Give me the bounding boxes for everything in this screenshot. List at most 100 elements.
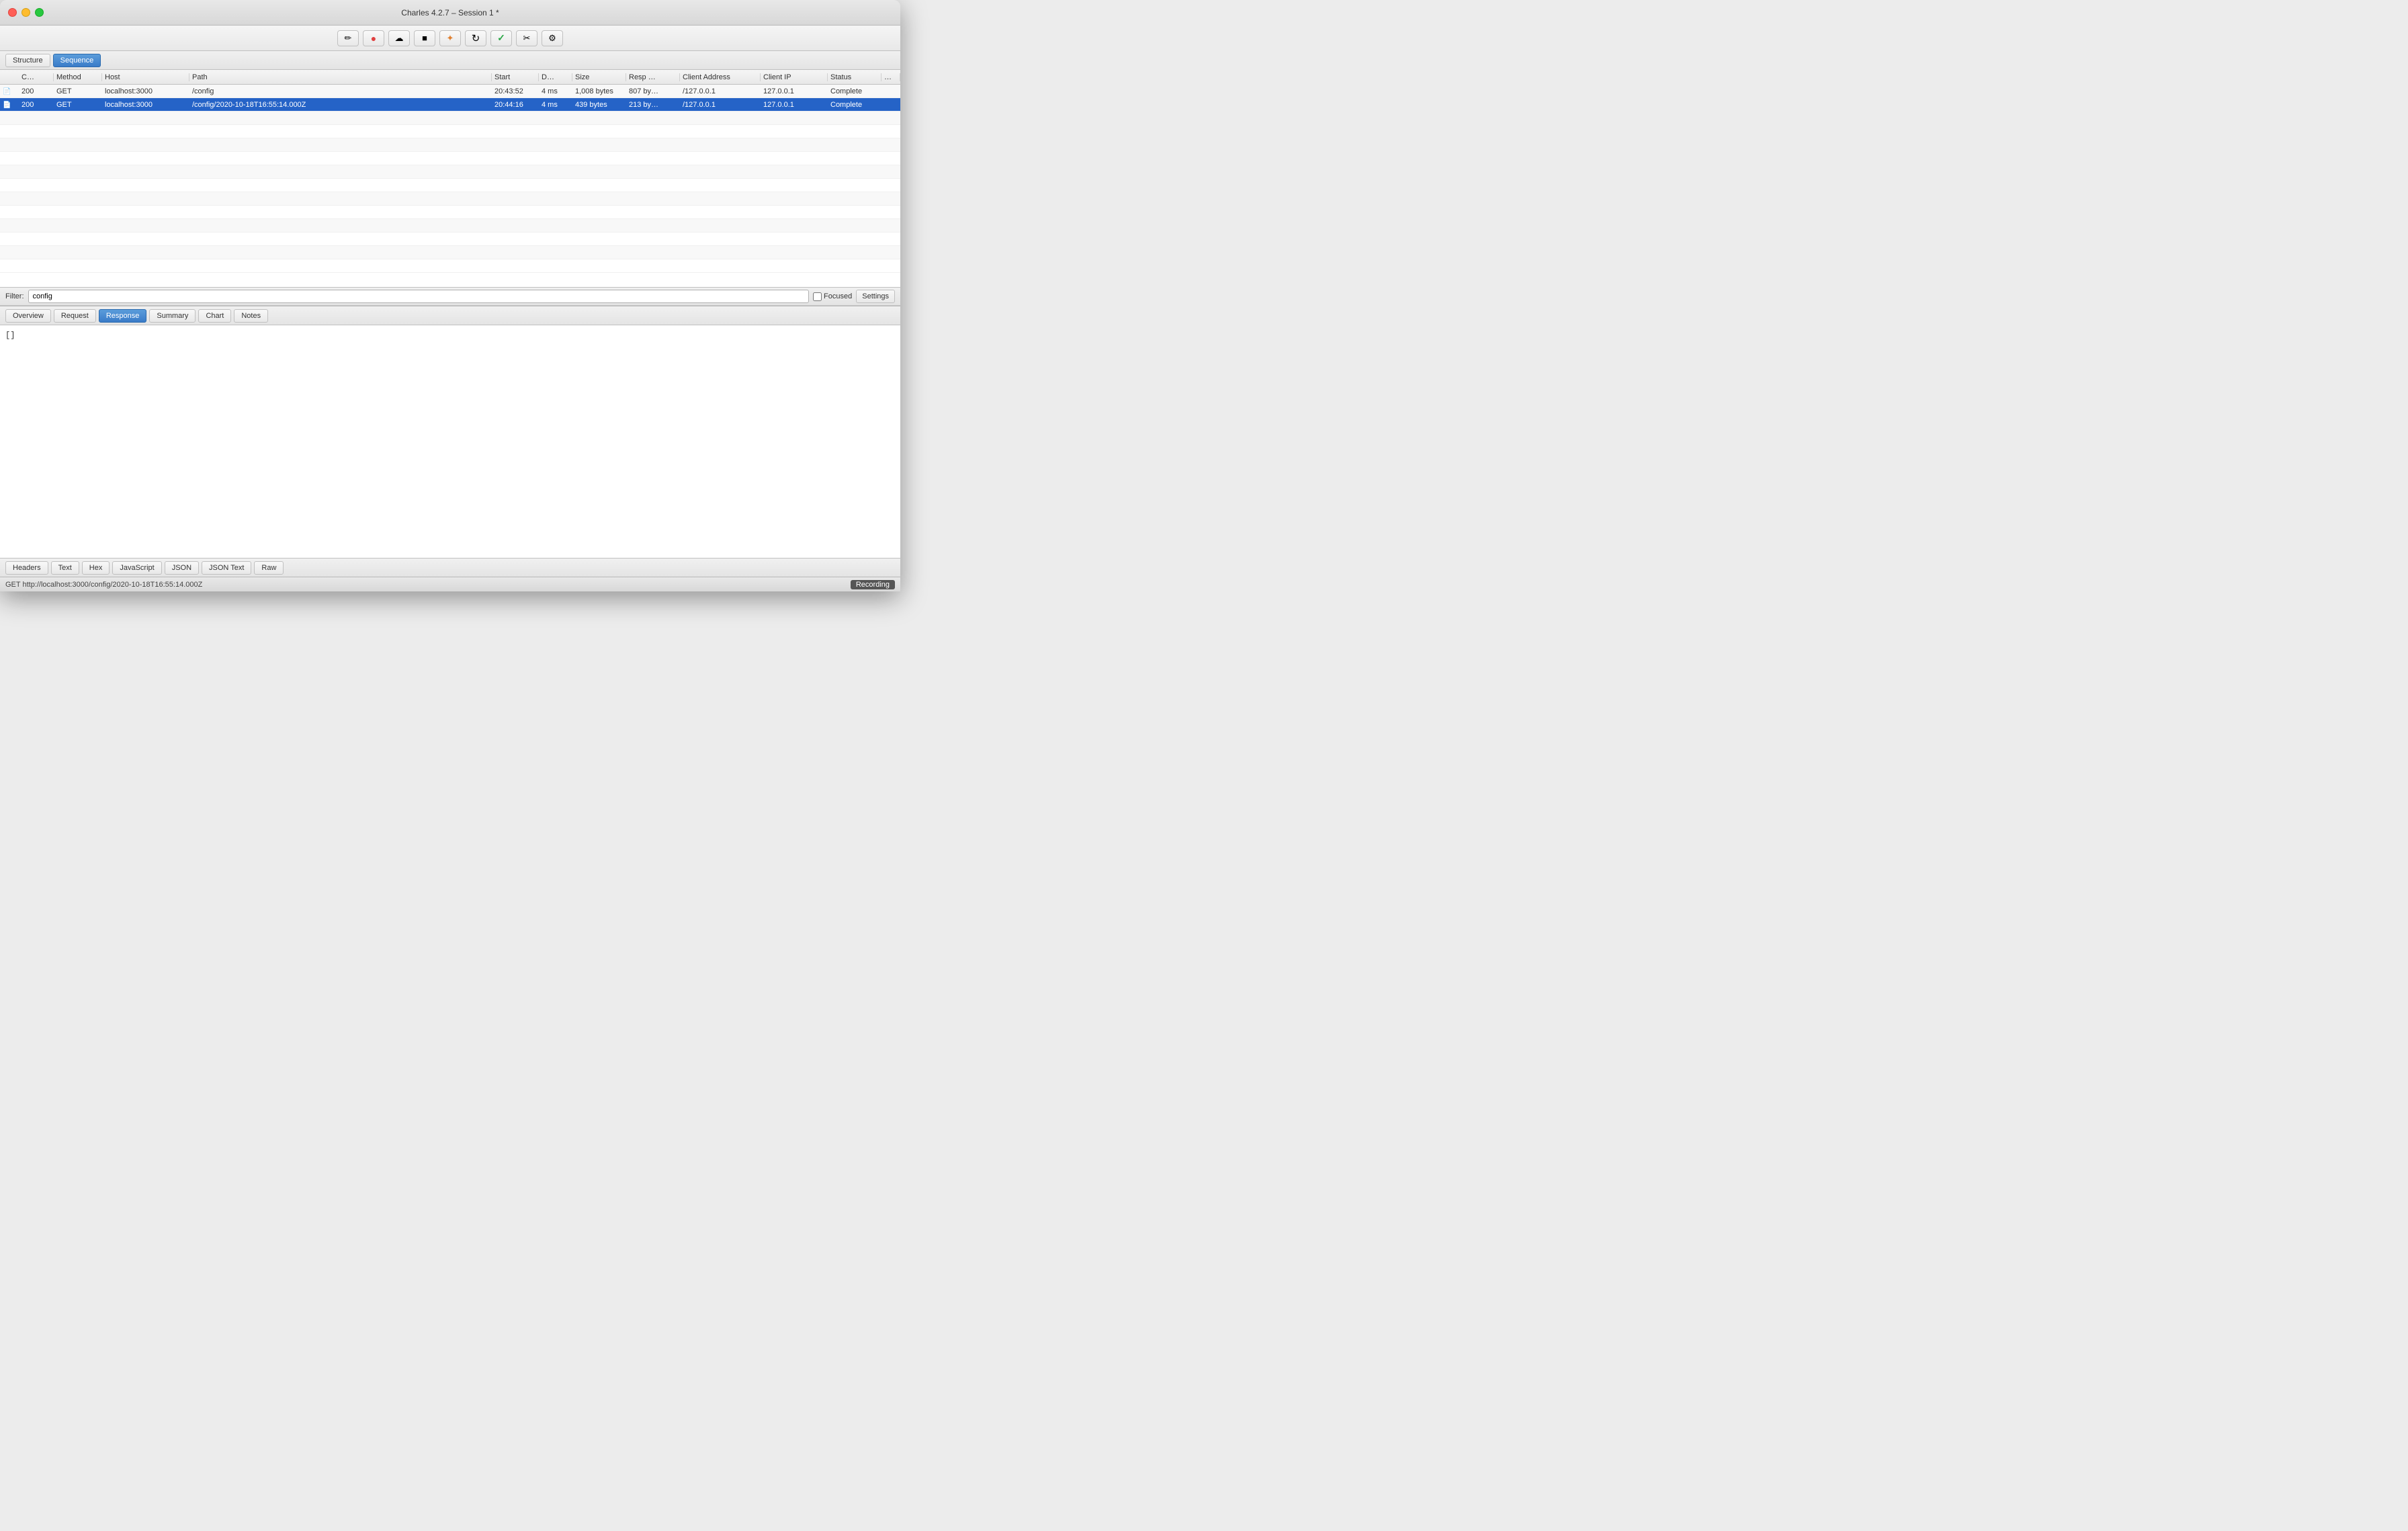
settings-button[interactable]: ⚙ (542, 30, 563, 46)
subtab-headers[interactable]: Headers (5, 561, 48, 575)
close-button[interactable] (8, 8, 17, 17)
cell-icon: 📄 (0, 101, 19, 109)
refresh-button[interactable]: ↻ (465, 30, 486, 46)
feather-button[interactable]: ✦ (439, 30, 461, 46)
cell-duration: 4 ms (539, 87, 572, 95)
col-method[interactable]: Method (54, 73, 102, 81)
doc-icon: 📄 (3, 88, 11, 95)
cell-method: GET (54, 101, 102, 109)
cell-status: Complete (828, 87, 882, 95)
table-row-empty (0, 112, 900, 125)
cell-method: GET (54, 87, 102, 95)
tab-request[interactable]: Request (54, 309, 96, 323)
cell-start: 20:44:16 (492, 101, 539, 109)
table-row-empty (0, 192, 900, 206)
table-row-empty (0, 259, 900, 273)
tab-chart[interactable]: Chart (198, 309, 231, 323)
table-row-empty (0, 246, 900, 259)
table-row-empty (0, 206, 900, 219)
cell-size: 439 bytes (572, 101, 626, 109)
cell-client-ip: 127.0.0.1 (761, 101, 828, 109)
check-button[interactable]: ✓ (490, 30, 512, 46)
pen-tool-button[interactable]: ✏ (337, 30, 359, 46)
col-path[interactable]: Path (189, 73, 492, 81)
cell-client-address: /127.0.0.1 (680, 87, 761, 95)
cell-client-address: /127.0.0.1 (680, 101, 761, 109)
col-code[interactable]: C… (19, 73, 54, 81)
subtab-text[interactable]: Text (51, 561, 79, 575)
col-status[interactable]: Status (828, 73, 882, 81)
titlebar: Charles 4.2.7 – Session 1 * (0, 0, 900, 26)
subtab-json-text[interactable]: JSON Text (202, 561, 251, 575)
stop-button[interactable]: ■ (414, 30, 435, 46)
col-client-address[interactable]: Client Address (680, 73, 761, 81)
refresh-icon: ↻ (472, 32, 480, 44)
subtab-javascript[interactable]: JavaScript (112, 561, 161, 575)
detail-tabs: Overview Request Response Summary Chart … (0, 306, 900, 325)
cloud-button[interactable]: ☁ (388, 30, 410, 46)
cell-size: 1,008 bytes (572, 87, 626, 95)
window-title: Charles 4.2.7 – Session 1 * (401, 8, 499, 17)
tab-sequence[interactable]: Sequence (53, 54, 101, 67)
toolbar: ✏ ● ☁ ■ ✦ ↻ ✓ ✂ ⚙ (0, 26, 900, 51)
tools-button[interactable]: ✂ (516, 30, 538, 46)
col-client-ip[interactable]: Client IP (761, 73, 828, 81)
col-response[interactable]: Resp … (626, 73, 680, 81)
cell-duration: 4 ms (539, 101, 572, 109)
cell-response: 807 by… (626, 87, 680, 95)
recording-badge: Recording (851, 580, 895, 589)
cell-host: localhost:3000 (102, 87, 189, 95)
status-request-url: GET http://localhost:3000/config/2020-10… (5, 581, 202, 589)
pen-tool-icon: ✏ (345, 33, 352, 44)
request-panel: Structure Sequence C… Method Host Path S… (0, 51, 900, 306)
stop-icon: ■ (422, 33, 427, 43)
table-row-empty (0, 152, 900, 165)
maximize-button[interactable] (35, 8, 44, 17)
table-row-empty (0, 138, 900, 152)
tab-overview[interactable]: Overview (5, 309, 51, 323)
statusbar: GET http://localhost:3000/config/2020-10… (0, 577, 900, 591)
settings-filter-button[interactable]: Settings (856, 290, 895, 303)
col-duration[interactable]: D… (539, 73, 572, 81)
view-tabs: Structure Sequence (0, 51, 900, 70)
filter-bar: Filter: Focused Settings (0, 287, 900, 306)
filter-input[interactable] (28, 290, 810, 303)
sub-tabs: Headers Text Hex JavaScript JSON JSON Te… (0, 558, 900, 577)
minimize-button[interactable] (22, 8, 30, 17)
focused-checkbox-input[interactable] (813, 292, 822, 301)
focused-checkbox[interactable]: Focused (813, 292, 852, 301)
table-row[interactable]: 📄 200 GET localhost:3000 /config/2020-10… (0, 98, 900, 112)
cell-host: localhost:3000 (102, 101, 189, 109)
table-row-empty (0, 165, 900, 179)
gear-icon: ⚙ (548, 33, 556, 44)
detail-panel: Overview Request Response Summary Chart … (0, 306, 900, 577)
cell-path: /config/2020-10-18T16:55:14.000Z (189, 101, 492, 109)
tab-summary[interactable]: Summary (149, 309, 196, 323)
col-host[interactable]: Host (102, 73, 189, 81)
doc-icon: 📄 (3, 101, 11, 109)
main-container: Structure Sequence C… Method Host Path S… (0, 51, 900, 591)
table-header: C… Method Host Path Start D… Size Resp …… (0, 70, 900, 85)
response-body: [] (5, 331, 15, 340)
table-body: 📄 200 GET localhost:3000 /config 20:43:5… (0, 85, 900, 287)
window-controls (8, 8, 44, 17)
focused-label: Focused (824, 292, 852, 300)
tab-notes[interactable]: Notes (234, 309, 268, 323)
table-row-empty (0, 125, 900, 138)
tab-structure[interactable]: Structure (5, 54, 50, 67)
col-start[interactable]: Start (492, 73, 539, 81)
col-more: … (882, 73, 900, 81)
table-row-empty (0, 233, 900, 246)
subtab-json[interactable]: JSON (165, 561, 199, 575)
filter-label: Filter: (5, 292, 24, 300)
record-button[interactable]: ● (363, 30, 384, 46)
feather-icon: ✦ (447, 33, 454, 44)
col-size[interactable]: Size (572, 73, 626, 81)
table-row[interactable]: 📄 200 GET localhost:3000 /config 20:43:5… (0, 85, 900, 98)
cloud-icon: ☁ (395, 33, 404, 44)
table-row-empty (0, 219, 900, 233)
subtab-hex[interactable]: Hex (82, 561, 110, 575)
tab-response[interactable]: Response (99, 309, 147, 323)
subtab-raw[interactable]: Raw (254, 561, 284, 575)
cell-client-ip: 127.0.0.1 (761, 87, 828, 95)
